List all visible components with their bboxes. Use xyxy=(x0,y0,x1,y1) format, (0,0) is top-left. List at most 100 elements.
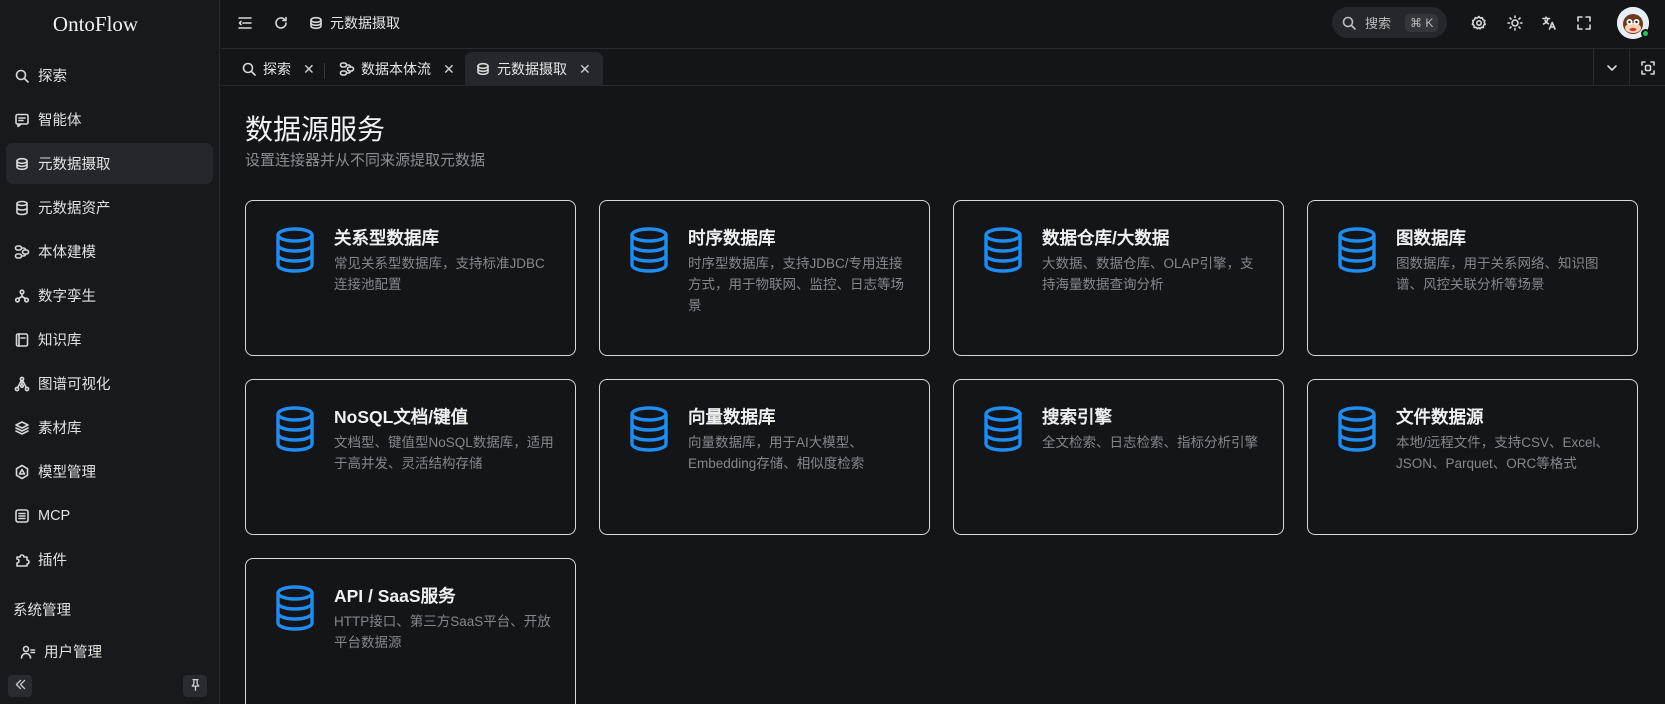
sidebar-item-model-management[interactable]: 模型管理 xyxy=(6,451,213,492)
database-icon xyxy=(628,406,670,452)
card-description: 本地/远程文件，支持CSV、Excel、JSON、Parquet、ORC等格式 xyxy=(1396,435,1610,471)
breadcrumb-current[interactable]: 元数据摄取 xyxy=(330,13,400,33)
datasource-card[interactable]: 文件数据源本地/远程文件，支持CSV、Excel、JSON、Parquet、OR… xyxy=(1307,379,1638,535)
sidebar-nav: 探索 智能体 元数据摄取 元数据资产 本体建模 数字孪生 知识库 图谱可视化 素… xyxy=(0,55,219,583)
sidebar-item-label: 图谱可视化 xyxy=(38,377,111,393)
card-title: 数据仓库/大数据 xyxy=(1042,228,1170,248)
sidebar-item-label: 素材库 xyxy=(38,421,82,437)
sidebar-item-mcp[interactable]: MCP xyxy=(6,495,213,536)
sidebar-item-label: 智能体 xyxy=(38,113,82,129)
tab-label: 元数据摄取 xyxy=(497,61,567,77)
nodes-icon xyxy=(14,288,30,304)
sidebar: OntoFlow 探索 智能体 元数据摄取 元数据资产 本体建模 数字孪生 知识… xyxy=(0,0,220,704)
card-description: 图数据库，用于关系网络、知识图谱、风控关联分析等场景 xyxy=(1396,256,1599,292)
users-icon xyxy=(20,644,36,660)
close-icon[interactable]: ✕ xyxy=(579,61,591,78)
datasource-card[interactable]: NoSQL文档/键值文档型、键值型NoSQL数据库，适用于高并发、灵活结构存储 xyxy=(245,379,576,535)
card-title: NoSQL文档/键值 xyxy=(334,407,469,427)
top-header: 元数据摄取 搜索 ⌘ K xyxy=(221,0,1665,46)
book-icon xyxy=(14,332,30,348)
datasource-card[interactable]: 图数据库图数据库，用于关系网络、知识图谱、风控关联分析等场景 xyxy=(1307,200,1638,356)
search-icon xyxy=(241,61,257,77)
datasource-card[interactable]: 关系型数据库 常见关系型数据库，支持标准JDBC连接池配置 xyxy=(245,200,576,356)
fullscreen-icon[interactable] xyxy=(1576,15,1592,31)
tab-divider xyxy=(324,63,325,79)
global-search[interactable]: 搜索 ⌘ K xyxy=(1332,7,1447,38)
tab-metadata-ingestion[interactable]: 元数据摄取 ✕ xyxy=(465,52,603,86)
sidebar-section-system: 系统管理 xyxy=(13,603,71,619)
card-description: 向量数据库，用于AI大模型、Embedding存储、相似度检索 xyxy=(688,435,865,471)
collapse-sidebar-button[interactable] xyxy=(8,675,32,697)
tab-list-dropdown[interactable] xyxy=(1593,49,1629,86)
sidebar-item-asset-library[interactable]: 素材库 xyxy=(6,407,213,448)
tab-explore[interactable]: 探索 ✕ xyxy=(231,52,325,86)
refresh-icon[interactable] xyxy=(273,15,289,31)
sidebar-item-label: 本体建模 xyxy=(38,245,96,261)
card-title: 搜索引擎 xyxy=(1042,407,1112,427)
card-title: API / SaaS服务 xyxy=(334,586,456,606)
database-icon xyxy=(274,227,316,273)
card-title: 图数据库 xyxy=(1396,228,1466,248)
stack-icon xyxy=(475,61,491,77)
main-content: 数据源服务 设置连接器并从不同来源提取元数据 关系型数据库 常见关系型数据库，支持… xyxy=(221,86,1665,704)
pin-sidebar-button[interactable] xyxy=(183,675,207,697)
datasource-card[interactable]: 向量数据库 向量数据库，用于AI大模型、Embedding存储、相似度检索 xyxy=(599,379,930,535)
stack-icon xyxy=(14,156,30,172)
datasource-card[interactable]: 数据仓库/大数据大数据、数据仓库、OLAP引擎，支持海量数据查询分析 xyxy=(953,200,1284,356)
sidebar-item-label: MCP xyxy=(38,507,71,524)
translate-icon[interactable] xyxy=(1541,15,1557,31)
pin-icon xyxy=(189,678,202,694)
close-icon[interactable]: ✕ xyxy=(303,61,315,78)
sidebar-item-label: 知识库 xyxy=(38,333,82,349)
flow-icon xyxy=(339,61,355,77)
card-title: 关系型数据库 xyxy=(334,228,439,248)
card-title: 文件数据源 xyxy=(1396,407,1484,427)
sidebar-item-metadata-assets[interactable]: 元数据资产 xyxy=(6,187,213,228)
search-icon xyxy=(14,68,30,84)
sidebar-item-user-management[interactable]: 用户管理 xyxy=(12,631,207,672)
database-icon xyxy=(274,406,316,452)
card-description: 大数据、数据仓库、OLAP引擎，支持海量数据查询分析 xyxy=(1042,256,1254,292)
sidebar-item-explore[interactable]: 探索 xyxy=(6,55,213,96)
sidebar-item-knowledge-base[interactable]: 知识库 xyxy=(6,319,213,360)
database-icon xyxy=(1336,227,1378,273)
tab-data-ontology-flow[interactable]: 数据本体流 ✕ xyxy=(329,52,465,86)
online-status-dot xyxy=(1641,29,1650,38)
sun-icon[interactable] xyxy=(1507,15,1523,31)
datasource-card[interactable]: API / SaaS服务 HTTP接口、第三方SaaS平台、开放平台数据源 xyxy=(245,558,576,704)
card-title: 时序数据库 xyxy=(688,228,776,248)
double-chevron-left-icon xyxy=(14,678,27,694)
graph-icon xyxy=(14,376,30,392)
search-icon xyxy=(1341,15,1357,31)
search-placeholder: 搜索 xyxy=(1365,16,1392,31)
breadcrumb: 元数据摄取 xyxy=(308,13,400,33)
card-description: 全文检索、日志检索、指标分析引擎 xyxy=(1042,435,1258,450)
gear-icon[interactable] xyxy=(1471,15,1487,31)
page-title: 数据源服务 xyxy=(245,114,386,145)
app-logo[interactable]: OntoFlow xyxy=(0,0,219,48)
menu-toggle-icon[interactable] xyxy=(237,15,253,31)
chevron-down-icon xyxy=(1604,60,1620,76)
sidebar-item-plugins[interactable]: 插件 xyxy=(6,539,213,580)
message-icon xyxy=(14,112,30,128)
stack-icon xyxy=(308,15,324,31)
page-subtitle: 设置连接器并从不同来源提取元数据 xyxy=(245,152,486,169)
card-description: 文档型、键值型NoSQL数据库，适用于高并发、灵活结构存储 xyxy=(334,435,554,471)
database-icon xyxy=(628,227,670,273)
sidebar-item-label: 数字孪生 xyxy=(38,289,96,305)
sidebar-item-label: 插件 xyxy=(38,553,67,569)
sidebar-item-ontology-modeling[interactable]: 本体建模 xyxy=(6,231,213,272)
database-icon xyxy=(14,200,30,216)
datasource-card[interactable]: 时序数据库 时序型数据库，支持JDBC/专用连接方式，用于物联网、监控、日志等场景 xyxy=(599,200,930,356)
tab-maximize-button[interactable] xyxy=(1629,49,1665,86)
sidebar-item-metadata-ingestion[interactable]: 元数据摄取 xyxy=(6,143,213,184)
puzzle-icon xyxy=(14,552,30,568)
layers-icon xyxy=(14,420,30,436)
sidebar-item-graph-visualization[interactable]: 图谱可视化 xyxy=(6,363,213,404)
sidebar-item-label: 探索 xyxy=(38,69,67,85)
close-icon[interactable]: ✕ xyxy=(443,61,455,78)
sidebar-item-agents[interactable]: 智能体 xyxy=(6,99,213,140)
datasource-card[interactable]: 搜索引擎全文检索、日志检索、指标分析引擎 xyxy=(953,379,1284,535)
tab-bar: 探索 ✕ 数据本体流 ✕ 元数据摄取 ✕ xyxy=(221,48,1665,86)
sidebar-item-digital-twin[interactable]: 数字孪生 xyxy=(6,275,213,316)
